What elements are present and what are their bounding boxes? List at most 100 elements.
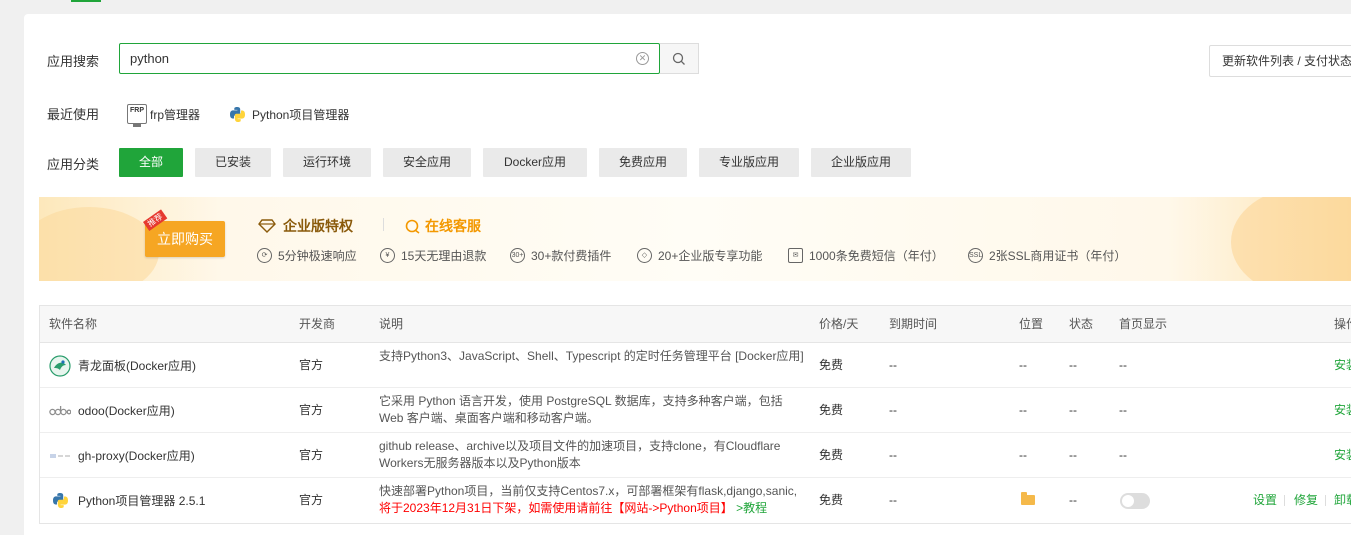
online-service-label: 在线客服	[425, 218, 481, 234]
price: 免费	[819, 358, 844, 372]
feature-sms: ✉ 1000条免费短信（年付）	[788, 247, 944, 264]
recent-item-python[interactable]: Python项目管理器	[229, 103, 349, 125]
python-icon	[230, 106, 245, 122]
ssl-icon: SSL	[968, 248, 983, 263]
location: --	[1019, 403, 1027, 417]
update-software-list-button[interactable]: 更新软件列表 / 支付状态	[1209, 45, 1351, 77]
feature-label: 20+企业版专享功能	[658, 249, 763, 263]
feature-ssl: SSL 2张SSL商用证书（年付）	[968, 247, 1126, 264]
feature-label: 2张SSL商用证书（年付）	[989, 249, 1127, 263]
settings-button[interactable]: 设置	[1253, 478, 1277, 523]
feature-enterprise: ◇ 20+企业版专享功能	[637, 247, 762, 264]
action-divider	[1284, 495, 1285, 506]
category-installed[interactable]: 已安装	[195, 148, 271, 177]
category-security[interactable]: 安全应用	[383, 148, 471, 177]
category-free[interactable]: 免费应用	[599, 148, 687, 177]
enterprise-privilege-label: 企业版特权	[283, 218, 353, 234]
install-button[interactable]: 安装	[1334, 433, 1351, 478]
home-display-toggle[interactable]	[1120, 493, 1150, 509]
category-enterprise[interactable]: 企业版应用	[811, 148, 911, 177]
install-button[interactable]: 安装	[1334, 388, 1351, 433]
th-description: 说明	[379, 317, 404, 331]
developer: 官方	[299, 358, 324, 372]
software-name-cell[interactable]: odoo(Docker应用)	[49, 388, 175, 433]
developer: 官方	[299, 448, 324, 462]
description-warning: 将于2023年12月31日下架，如需使用请前往【网站->Python项目】	[379, 501, 733, 515]
search-icon	[672, 52, 685, 65]
feature-label: 5分钟极速响应	[278, 249, 357, 263]
description-normal: 快速部署Python项目，当前仅支持Centos7.x，可部署框架有flask,…	[379, 484, 798, 498]
plugin-icon: 30+	[510, 248, 525, 263]
status: --	[1069, 493, 1077, 507]
price: 免费	[819, 493, 844, 507]
install-button[interactable]: 安装	[1334, 343, 1351, 388]
clock-icon: ⟳	[257, 248, 272, 263]
folder-icon[interactable]	[1021, 492, 1035, 505]
software-name-cell[interactable]: Python项目管理器 2.5.1	[49, 478, 205, 523]
frp-icon: FRP	[127, 104, 147, 127]
buy-now-button[interactable]: 立即购买	[145, 221, 225, 257]
home-display: --	[1119, 403, 1127, 417]
th-price: 价格/天	[819, 317, 859, 331]
status: --	[1069, 403, 1077, 417]
recent-label: 最近使用	[47, 107, 100, 122]
description: github release、archive以及项目文件的加速项目，支持clon…	[379, 439, 781, 470]
search-input[interactable]	[120, 44, 600, 73]
uninstall-button[interactable]: 卸载	[1334, 478, 1351, 523]
table-row: odoo(Docker应用) 官方 它采用 Python 语言开发，使用 Pos…	[40, 388, 1351, 433]
yen-icon: ¥	[380, 248, 395, 263]
search-button[interactable]	[660, 43, 699, 74]
location: --	[1019, 448, 1027, 462]
software-name: odoo(Docker应用)	[78, 404, 175, 418]
search-box[interactable]: ✕	[119, 43, 660, 74]
table-row: gh-proxy(Docker应用) 官方 github release、arc…	[40, 433, 1351, 478]
feature-plugins: 30+ 30+款付费插件	[510, 247, 611, 264]
category-all[interactable]: 全部	[119, 148, 183, 177]
banner-decoration-left	[39, 207, 159, 281]
location: --	[1019, 358, 1027, 372]
tutorial-link[interactable]: >教程	[733, 501, 767, 515]
feature-label: 15天无理由退款	[401, 249, 487, 263]
action-divider	[1325, 495, 1326, 506]
repair-button[interactable]: 修复	[1294, 478, 1318, 523]
software-name-cell[interactable]: gh-proxy(Docker应用)	[49, 433, 195, 478]
software-name-cell[interactable]: 青龙面板(Docker应用)	[49, 343, 196, 388]
category-pro[interactable]: 专业版应用	[699, 148, 799, 177]
category-docker[interactable]: Docker应用	[483, 148, 587, 177]
diamond-icon	[258, 219, 276, 233]
odoo-icon	[49, 400, 71, 422]
software-name: gh-proxy(Docker应用)	[78, 449, 195, 463]
search-label: 应用搜索	[47, 54, 100, 69]
category-runtime[interactable]: 运行环境	[283, 148, 371, 177]
enterprise-banner	[39, 197, 1351, 281]
developer: 官方	[299, 493, 324, 507]
feature-refund: ¥15天无理由退款	[380, 247, 486, 264]
th-actions: 操作	[1334, 317, 1351, 331]
price: 免费	[819, 403, 844, 417]
th-expire: 到期时间	[889, 317, 938, 331]
expire-time: --	[889, 403, 897, 417]
top-strip	[13, 0, 1351, 14]
price: 免费	[819, 448, 844, 462]
recent-item-label: Python项目管理器	[252, 107, 350, 122]
feature-label: 30+款付费插件	[531, 249, 612, 263]
left-gutter	[0, 0, 13, 535]
home-display: --	[1119, 358, 1127, 372]
developer: 官方	[299, 403, 324, 417]
status: --	[1069, 448, 1077, 462]
description: 它采用 Python 语言开发，使用 PostgreSQL 数据库，支持多种客户…	[379, 394, 783, 425]
mail-icon: ✉	[788, 248, 803, 263]
th-home-display: 首页显示	[1119, 317, 1168, 331]
table-header: 软件名称 开发商 说明 价格/天 到期时间 位置 状态 首页显示 操作	[40, 306, 1351, 343]
home-display: --	[1119, 448, 1127, 462]
th-developer: 开发商	[299, 317, 336, 331]
table-row: 青龙面板(Docker应用) 官方 支持Python3、JavaScript、S…	[40, 343, 1351, 388]
feature-label: 1000条免费短信（年付）	[809, 249, 944, 263]
enterprise-privilege-title: 企业版特权	[258, 216, 353, 236]
status: --	[1069, 358, 1077, 372]
recent-item-frp[interactable]: FRP frp管理器	[127, 103, 200, 127]
close-circle-icon[interactable]: ✕	[636, 52, 649, 65]
online-service-link[interactable]: 在线客服	[405, 216, 481, 236]
description: 支持Python3、JavaScript、Shell、Typescript 的定…	[379, 349, 804, 363]
gh-proxy-icon	[49, 445, 71, 467]
